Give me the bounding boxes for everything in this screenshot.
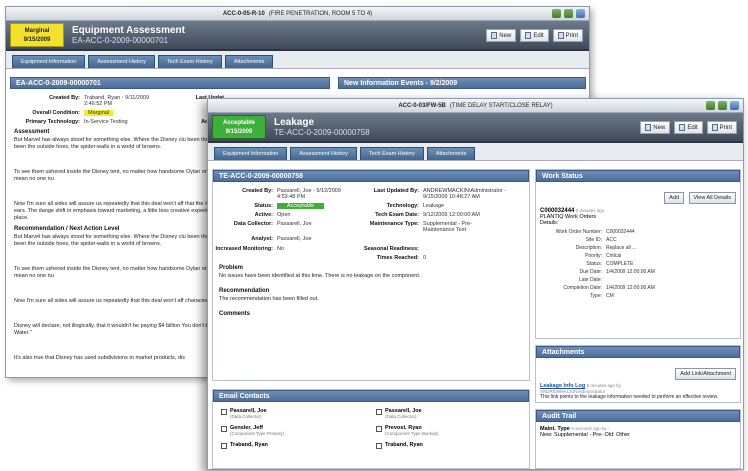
contact-item[interactable]: Passarell, Joe (Data Collector) (221, 408, 366, 419)
technology-value: Leakage (423, 203, 445, 209)
status-badge: Acceptable 9/15/2009 (212, 115, 266, 139)
panel-title: TE-ACC-0-2009-00000758 (213, 170, 529, 182)
contact-checkbox[interactable] (221, 426, 227, 432)
recommendation-heading: Recommendation (219, 288, 270, 294)
status-label: Marginal (24, 28, 50, 34)
data-collector-value: Passarell, Joe (277, 221, 312, 227)
tab-tech-exam-history[interactable]: Tech Exam History (359, 147, 424, 160)
status-badge: Marginal 9/15/2009 (10, 23, 64, 47)
work-status-title: Work Status (536, 170, 740, 182)
record-header: Acceptable 9/15/2009 Leakage TE-ACC-0-20… (208, 113, 743, 143)
contact-item[interactable]: Traband, Ryan (221, 442, 366, 449)
exam-date-value: 9/12/2009 12:00:00 AM (423, 212, 480, 218)
increased-monitoring-value: No (277, 246, 285, 252)
record-id: TE-ACC-0-2009-00000758 (274, 128, 370, 137)
created-by-value: Traband, Ryan - 9/11/2009 2:46:52 PM (84, 95, 150, 107)
tab-bar: Equipment Information Assessment History… (208, 143, 743, 161)
contact-checkbox[interactable] (376, 426, 382, 432)
email-contacts-title: Email Contacts (213, 390, 529, 402)
status-date: 9/15/2009 (23, 37, 51, 43)
add-work-button[interactable]: Add (664, 192, 685, 204)
window-code: ACC-0-03/FW-5B (398, 102, 446, 109)
attachment-description: This link points to the leakage informat… (540, 394, 719, 400)
window-desc: (TIME DELAY START/CLOSE RELAY) (449, 102, 553, 109)
primary-technology-value: In-Service Testing (84, 119, 128, 125)
print-icon (711, 124, 718, 131)
print-button[interactable]: Print (706, 121, 737, 134)
maintenance-type-value: Supplemental - Pre-Maintenance Test (423, 221, 472, 233)
print-icon (557, 32, 564, 39)
email-contacts-panel: Email Contacts Passarell, Joe (Data Colle… (212, 389, 530, 469)
contact-item[interactable]: Gensler, Jeff (Component Type Primary) (221, 425, 366, 436)
tab-assessment-history[interactable]: Assessment History (290, 147, 357, 160)
new-button[interactable]: New (640, 121, 671, 134)
info-events-panel: New Information Events - 9/2/2009 (338, 77, 586, 89)
tab-attachments[interactable]: Attachments (426, 147, 476, 160)
edit-icon (679, 124, 686, 131)
contact-item[interactable]: Traband, Ryan (376, 442, 521, 449)
help-icon[interactable] (730, 101, 739, 110)
audit-trail-title: Audit Trail (536, 410, 740, 422)
tab-equipment-information[interactable]: Equipment Information (12, 55, 86, 68)
tab-equipment-information[interactable]: Equipment Information (214, 147, 288, 160)
last-updated-value: ANDREWMACKIN\Administrator - 9/15/2009 1… (423, 188, 507, 200)
times-reached-value: 0 (423, 255, 427, 261)
created-by-value: Passarell, Joe - 9/12/2009 4:53:48 PM (277, 188, 341, 200)
window-titlebar: ACC-0-05-R-10 (FIRE PENETRATION, ROOM 5 … (6, 7, 589, 21)
contact-item[interactable]: Prevost, Ryan (Component Type Backup) (376, 425, 521, 436)
page-title: Equipment Assessment (72, 25, 185, 36)
minimize-icon[interactable] (552, 9, 561, 18)
tab-tech-exam-history[interactable]: Tech Exam History (157, 55, 222, 68)
status-label: Acceptable (222, 120, 255, 126)
audit-change: New: Supplemental - Pre- Old: Other (540, 432, 630, 438)
audit-trail-panel: Audit Trail Maint. Type 6 seconds ago by… (535, 409, 741, 469)
problem-text: No issues have been identified at this t… (219, 273, 421, 279)
edit-button[interactable]: Edit (674, 121, 703, 134)
new-button[interactable]: New (486, 29, 517, 42)
tab-bar: Equipment Information Assessment History… (6, 51, 589, 69)
maximize-icon[interactable] (564, 9, 573, 18)
window-code: ACC-0-05-R-10 (222, 10, 265, 17)
work-status-panel: Work Status Add View All Details C000032… (535, 169, 741, 339)
minimize-icon[interactable] (706, 101, 715, 110)
comments-heading: Comments (219, 311, 251, 317)
new-icon (645, 124, 652, 131)
add-link-attachment-button[interactable]: Add Link/Attachment (675, 368, 736, 380)
new-icon (491, 32, 498, 39)
recommendation-text: The recommendation has been filled out. (219, 296, 319, 302)
attachments-title: Attachments (536, 346, 740, 358)
tab-attachments[interactable]: Attachments (224, 55, 274, 68)
status-date: 9/15/2009 (225, 129, 253, 135)
panel-title: EA-ACC-0-2009-00000701 (10, 77, 330, 89)
contact-checkbox[interactable] (376, 443, 382, 449)
contact-item[interactable]: Passarell, Joe (Data Collector) (376, 408, 521, 419)
status-value: Acceptable (277, 203, 325, 209)
analyst-value: Passarell, Joe (277, 236, 312, 242)
window-desc: (FIRE PENETRATION, ROOM 5 TO 4) (268, 10, 373, 17)
problem-heading: Problem (219, 265, 244, 271)
contact-checkbox[interactable] (376, 409, 382, 415)
overall-condition-value: Marginal (84, 110, 114, 116)
contact-checkbox[interactable] (221, 443, 227, 449)
info-events-title: New Information Events - 9/2/2009 (338, 77, 586, 89)
active-value: Open (277, 212, 291, 218)
window-titlebar: ACC-0-03/FW-5B (TIME DELAY START/CLOSE R… (208, 99, 743, 113)
edit-icon (525, 32, 532, 39)
record-header: Marginal 9/15/2009 Equipment Assessment … (6, 21, 589, 51)
attachments-panel: Attachments Add Link/Attachment Leakage … (535, 345, 741, 403)
maximize-icon[interactable] (718, 101, 727, 110)
contact-checkbox[interactable] (221, 409, 227, 415)
edit-button[interactable]: Edit (520, 29, 549, 42)
tab-assessment-history[interactable]: Assessment History (88, 55, 155, 68)
page-title: Leakage (274, 117, 315, 128)
view-all-details-button[interactable]: View All Details (688, 192, 736, 204)
tech-exam-panel: TE-ACC-0-2009-00000758 Created By: Passar… (212, 169, 530, 381)
print-button[interactable]: Print (552, 29, 583, 42)
record-id: EA-ACC-0-2009-00000701 (72, 36, 169, 45)
tech-exam-window: ACC-0-03/FW-5B (TIME DELAY START/CLOSE R… (207, 98, 744, 470)
help-icon[interactable] (576, 9, 585, 18)
